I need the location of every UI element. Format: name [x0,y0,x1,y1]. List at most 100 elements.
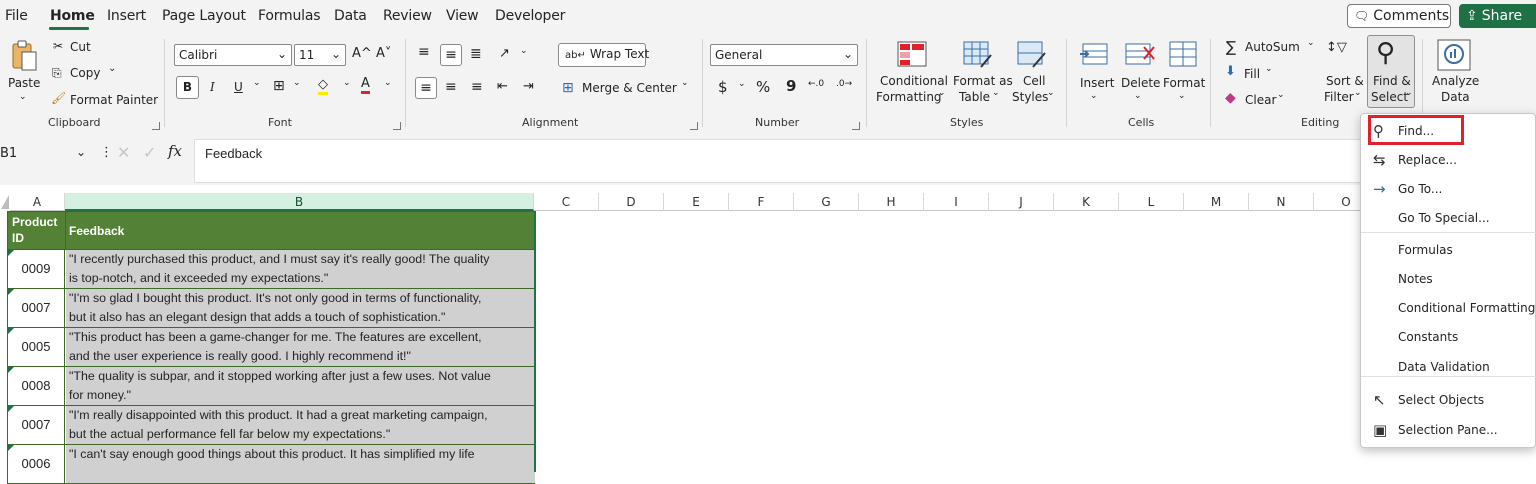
insert-function-button[interactable]: fx [168,142,182,160]
autosum-dropdown-icon[interactable]: ⌄ [1307,38,1315,48]
tab-file[interactable]: File [5,8,28,24]
format-as-table-label-1[interactable]: Format as [953,74,1013,88]
font-dialog-launcher[interactable] [393,122,401,130]
menu-item-replace[interactable]: ⇆ Replace... [1361,146,1536,174]
tab-formulas[interactable]: Formulas [258,8,321,24]
error-indicator-icon[interactable] [8,289,14,295]
font-name-select[interactable]: Calibri ⌄ [174,44,292,66]
feedback-cell[interactable]: "I'm really disappointed with this produ… [66,406,535,444]
column-header-l[interactable]: L [1119,193,1184,211]
paste-button[interactable]: Paste [8,76,40,90]
column-header-m[interactable]: M [1184,193,1249,211]
tab-insert[interactable]: Insert [107,8,146,24]
number-format-select[interactable]: General ⌄ [710,44,858,66]
share-button[interactable]: ⇪ Share [1459,4,1536,28]
product-id-cell[interactable]: 0009 [8,250,65,288]
error-indicator-icon[interactable] [8,328,14,334]
chevron-down-icon[interactable]: ⌄ [1178,91,1186,101]
table-row[interactable]: 0009 "I recently purchased this product, … [7,250,535,289]
font-size-select[interactable]: 11 ⌄ [294,44,346,66]
tab-view[interactable]: View [446,8,479,24]
analyze-data-label-2[interactable]: Data [1441,90,1470,104]
feedback-cell[interactable]: "I can't say enough good things about th… [66,445,535,483]
increase-indent-icon[interactable]: ⇥ [523,79,534,94]
error-indicator-icon[interactable] [8,406,14,412]
currency-dropdown-icon[interactable]: ⌄ [738,79,746,89]
align-bottom-icon[interactable]: ≣ [470,46,482,62]
menu-item-conditional-formatting[interactable]: Conditional Formatting [1361,294,1536,322]
merge-dropdown-icon[interactable]: ⌄ [681,78,689,88]
copy-button[interactable]: Copy [70,66,100,80]
chevron-down-icon[interactable]: ⌄ [1047,88,1055,98]
align-middle-icon[interactable]: ≡ [440,44,462,66]
decrease-indent-icon[interactable]: ⇤ [497,79,508,94]
feedback-cell[interactable]: "I'm so glad I bought this product. It's… [66,289,535,327]
font-color-dropdown-icon[interactable]: ⌄ [384,78,392,88]
more-options-icon[interactable]: ⋮ [100,145,113,160]
tab-data[interactable]: Data [334,8,367,24]
format-painter-button[interactable]: Format Painter [70,93,158,107]
chevron-down-icon[interactable]: ⌄ [938,88,946,98]
align-left-icon[interactable]: ≡ [415,77,437,99]
product-id-cell[interactable]: 0006 [8,445,65,483]
feedback-cell[interactable]: "I recently purchased this product, and … [66,250,535,288]
autosum-button[interactable]: AutoSum [1245,40,1300,54]
percent-button[interactable]: % [756,78,770,96]
chevron-down-icon[interactable]: ⌄ [1090,91,1098,101]
decrease-decimal-icon[interactable]: .0→ [836,79,852,89]
tab-developer[interactable]: Developer [495,8,565,24]
menu-item-selection-pane[interactable]: ▣ Selection Pane... [1361,416,1536,444]
column-header-f[interactable]: F [729,193,794,211]
table-row[interactable]: 0007 "I'm so glad I bought this product. … [7,289,535,328]
tab-page-layout[interactable]: Page Layout [162,8,246,24]
paste-icon[interactable] [8,40,38,74]
sort-filter-label-1[interactable]: Sort & [1326,74,1364,88]
select-all-corner[interactable] [0,193,10,211]
alignment-dialog-launcher[interactable] [690,122,698,130]
chevron-down-icon[interactable]: ⌄ [992,88,1000,98]
borders-dropdown-icon[interactable]: ⌄ [293,78,301,88]
error-indicator-icon[interactable] [8,367,14,373]
align-top-icon[interactable]: ≡ [418,44,430,60]
product-id-cell[interactable]: 0005 [8,328,65,366]
borders-icon[interactable]: ⊞ [273,78,285,94]
sort-filter-label-2[interactable]: Filter [1324,90,1354,104]
column-header-h[interactable]: H [859,193,924,211]
clear-button[interactable]: Clear [1245,93,1276,107]
copy-dropdown-icon[interactable]: ⌄ [108,63,116,74]
fill-color-icon[interactable]: ◇ [318,78,328,95]
tab-review[interactable]: Review [383,8,432,24]
enter-icon[interactable]: ✓ [143,143,156,162]
increase-font-button[interactable]: A^ [352,46,372,61]
cut-button[interactable]: Cut [70,40,91,54]
underline-button[interactable]: U [234,80,243,94]
italic-button[interactable]: I [210,80,215,94]
decrease-font-button[interactable]: A˅ [376,46,391,61]
orientation-dropdown-icon[interactable]: ⌄ [520,46,528,56]
insert-cells-button[interactable]: Insert [1080,76,1114,90]
cancel-icon[interactable]: ✕ [117,143,130,162]
table-row[interactable]: 0008 "The quality is subpar, and it stopp… [7,367,535,406]
font-color-icon[interactable]: A [361,76,370,94]
merge-center-button[interactable]: Merge & Center [582,81,677,95]
align-center-icon[interactable]: ≡ [445,79,457,95]
table-row[interactable]: 0006 "I can't say enough good things abou… [7,445,535,484]
menu-item-notes[interactable]: Notes [1361,265,1536,293]
chevron-down-icon[interactable]: ⌄ [1134,91,1142,101]
column-header-a[interactable]: A [10,193,65,211]
column-header-b[interactable]: B [65,193,534,211]
wrap-text-button[interactable]: ab↵ Wrap Text [558,43,649,67]
column-header-g[interactable]: G [794,193,859,211]
paste-dropdown-icon[interactable]: ⌄ [19,92,27,102]
underline-dropdown-icon[interactable]: ⌄ [253,78,261,88]
delete-cells-button[interactable]: Delete [1121,76,1160,90]
format-cells-button[interactable]: Format [1163,76,1205,90]
conditional-formatting-label-1[interactable]: Conditional [880,74,948,88]
fill-color-dropdown-icon[interactable]: ⌄ [343,78,351,88]
error-indicator-icon[interactable] [8,250,14,256]
product-id-cell[interactable]: 0007 [8,289,65,327]
increase-decimal-icon[interactable]: ←.0 [808,79,824,89]
comments-button[interactable]: 🗨 Comments [1347,4,1451,28]
name-box[interactable]: B1 [0,146,17,161]
product-id-cell[interactable]: 0007 [8,406,65,444]
